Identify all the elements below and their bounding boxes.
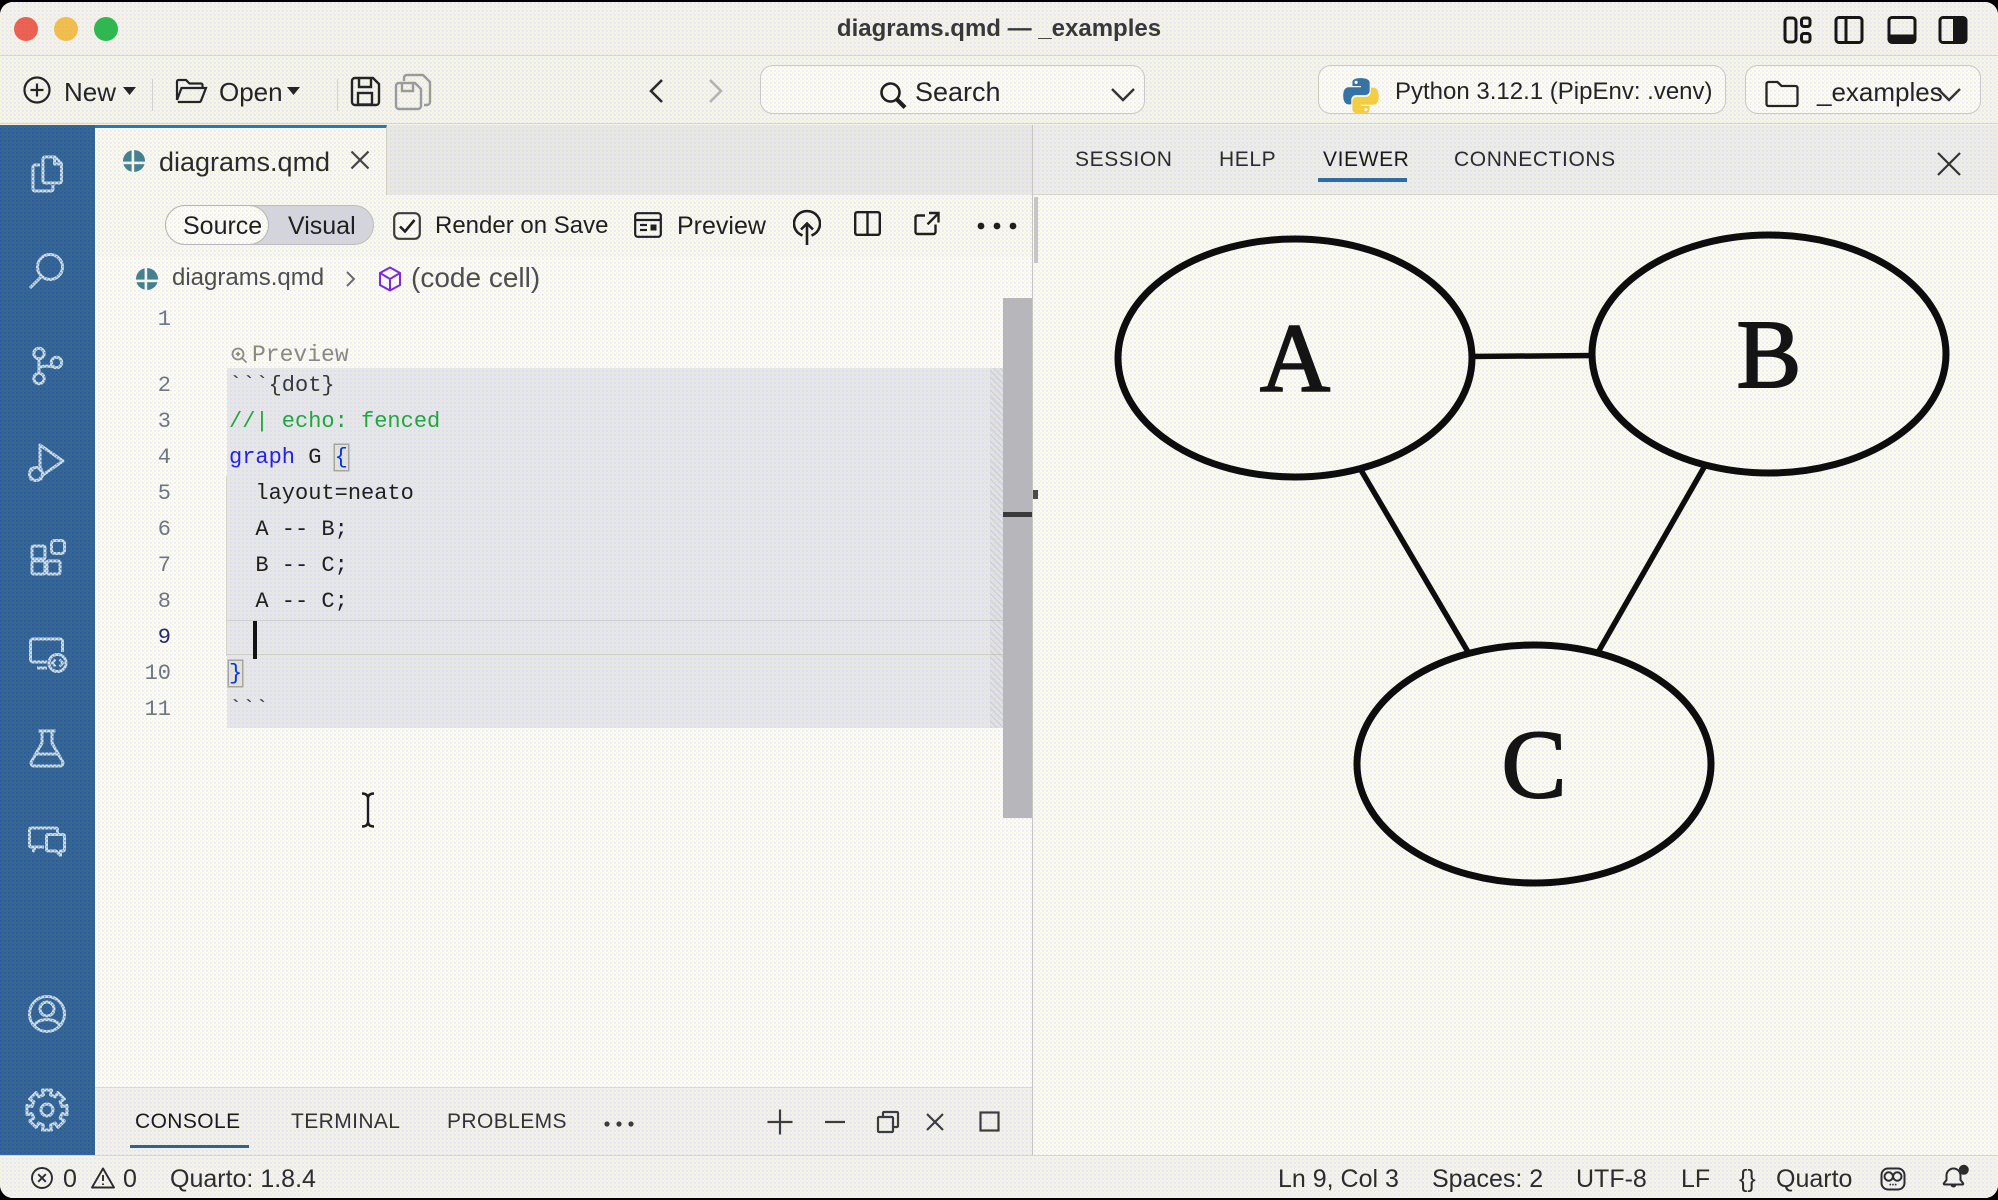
svg-text:A: A — [1260, 305, 1330, 412]
svg-text:B: B — [1737, 301, 1802, 408]
svg-text:C: C — [1502, 711, 1567, 818]
